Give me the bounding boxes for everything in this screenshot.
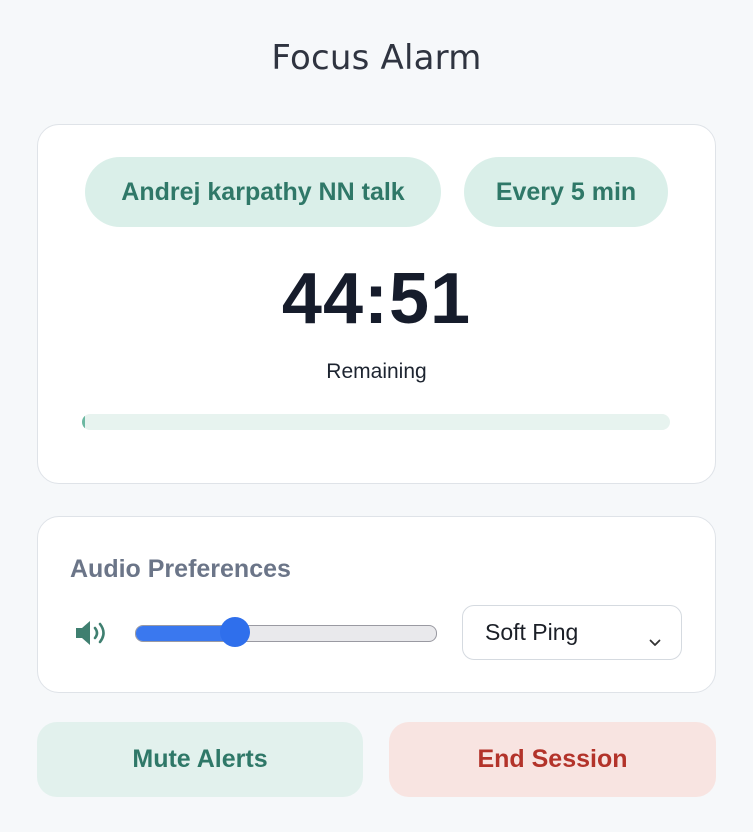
session-name-chip[interactable]: Andrej karpathy NN talk [85, 157, 441, 227]
alert-sound-select[interactable]: Soft Ping [462, 605, 682, 660]
audio-preferences-heading: Audio Preferences [70, 555, 291, 583]
end-session-button[interactable]: End Session [389, 722, 716, 797]
remaining-label: Remaining [326, 360, 427, 383]
alert-sound-selected: Soft Ping [485, 619, 579, 645]
volume-slider-thumb[interactable] [219, 617, 250, 647]
audio-preferences-card: Audio Preferences Soft Ping [37, 516, 716, 693]
session-progress-bar [82, 414, 670, 430]
alert-interval-chip[interactable]: Every 5 min [464, 157, 668, 227]
session-progress-fill [82, 414, 85, 430]
timer-card: Andrej karpathy NN talk Every 5 min 44:5… [37, 124, 716, 484]
app-title: Focus Alarm [271, 38, 482, 78]
speaker-volume-icon[interactable] [74, 618, 110, 648]
mute-alerts-button[interactable]: Mute Alerts [37, 722, 363, 797]
volume-slider[interactable] [135, 617, 437, 647]
volume-slider-track[interactable] [135, 625, 437, 642]
countdown-time: 44:51 [281, 259, 472, 339]
chevron-down-icon [649, 627, 661, 646]
